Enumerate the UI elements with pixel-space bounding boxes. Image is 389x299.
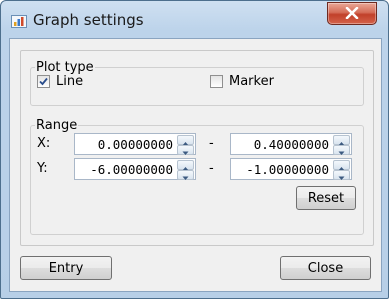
close-button[interactable]: Close (280, 256, 371, 280)
line-checkbox-box[interactable] (37, 75, 50, 88)
x-min-spinner[interactable] (177, 135, 194, 155)
spin-up-icon[interactable] (333, 160, 350, 171)
graph-settings-window: Graph settings Plot type Line Marker Ran… (0, 0, 389, 299)
y-label: Y: (37, 161, 48, 176)
range-group: Range X: 0.00000000 - 0.40000000 Y: -6.0… (30, 118, 364, 235)
x-range-separator: - (209, 136, 214, 151)
x-min-value: 0.00000000 (97, 137, 173, 152)
line-checkbox[interactable]: Line (37, 74, 83, 89)
spin-up-icon[interactable] (177, 135, 194, 146)
window-title: Graph settings (33, 11, 144, 29)
dialog-body: Plot type Line Marker Range X: 0.0000000… (9, 38, 382, 292)
check-mark-icon (39, 77, 48, 86)
y-range-separator: - (209, 161, 214, 176)
range-legend: Range (36, 118, 78, 133)
marker-checkbox[interactable]: Marker (210, 74, 274, 89)
line-checkbox-label: Line (56, 74, 84, 89)
y-max-input[interactable]: -1.00000000 (230, 158, 352, 180)
spin-down-icon[interactable] (333, 145, 350, 155)
y-max-spinner[interactable] (333, 160, 350, 180)
plot-type-legend: Plot type (36, 60, 94, 75)
spin-down-icon[interactable] (177, 170, 194, 180)
entry-button[interactable]: Entry (20, 256, 112, 280)
y-min-value: -6.00000000 (90, 162, 173, 177)
spin-up-icon[interactable] (177, 160, 194, 171)
spin-down-icon[interactable] (333, 170, 350, 180)
marker-checkbox-label: Marker (229, 74, 274, 89)
y-min-input[interactable]: -6.00000000 (74, 158, 196, 180)
settings-panel: Plot type Line Marker Range X: 0.0000000… (20, 50, 374, 246)
x-label: X: (37, 136, 51, 151)
y-max-value: -1.00000000 (246, 162, 329, 177)
marker-checkbox-box[interactable] (210, 75, 223, 88)
spin-down-icon[interactable] (177, 145, 194, 155)
title-bar[interactable]: Graph settings (1, 1, 388, 37)
reset-button[interactable]: Reset (296, 186, 356, 210)
x-min-input[interactable]: 0.00000000 (74, 133, 196, 155)
close-icon (345, 7, 359, 19)
x-max-value: 0.40000000 (253, 137, 329, 152)
spin-up-icon[interactable] (333, 135, 350, 146)
y-min-spinner[interactable] (177, 160, 194, 180)
chart-app-icon (11, 13, 27, 29)
plot-type-group: Plot type Line Marker (30, 60, 364, 106)
close-window-button[interactable] (327, 2, 377, 25)
x-max-input[interactable]: 0.40000000 (230, 133, 352, 155)
x-max-spinner[interactable] (333, 135, 350, 155)
